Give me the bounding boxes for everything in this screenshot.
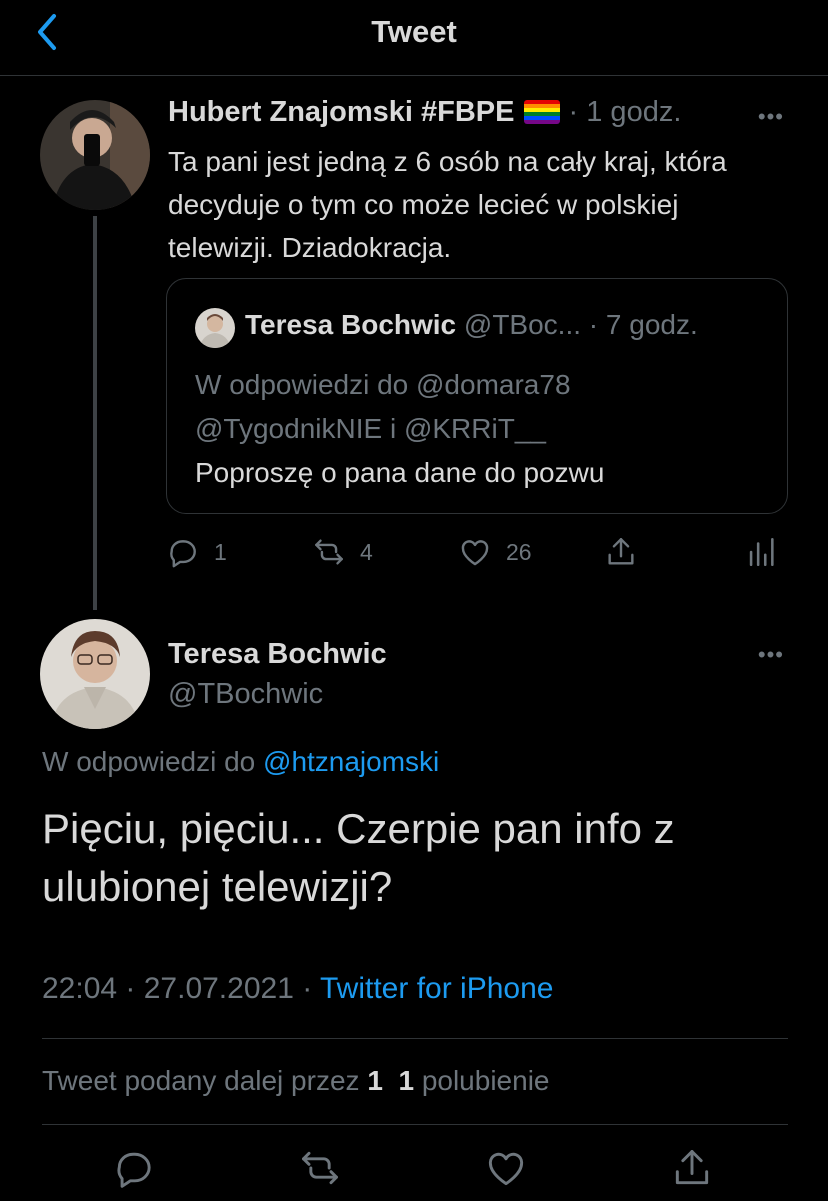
likes-label[interactable]: polubienie (422, 1065, 550, 1096)
avatar (195, 308, 235, 348)
like-button[interactable]: 26 (458, 532, 532, 572)
author-name: Teresa Bochwic (245, 309, 457, 340)
retweets-count[interactable]: 1 (367, 1065, 383, 1096)
author-name[interactable]: Teresa Bochwic (168, 638, 387, 671)
reply-icon (117, 1152, 151, 1188)
heart-icon (461, 540, 489, 566)
reply-button[interactable] (112, 1146, 156, 1190)
reply-context-line: W odpowiedzi do @domara78 (195, 369, 571, 400)
avatar-image (40, 100, 150, 210)
rainbow-flag-icon (524, 100, 561, 124)
analytics-button[interactable] (744, 532, 778, 572)
reply-prefix: W odpowiedzi do (42, 746, 256, 777)
quoted-tweet[interactable]: Teresa Bochwic @TBoc... · 7 godz. W odpo… (166, 278, 788, 514)
share-button[interactable] (604, 532, 638, 572)
more-options-icon[interactable]: ••• (758, 642, 784, 668)
author-handle: @TBoc... (463, 309, 582, 340)
heart-icon (488, 1152, 524, 1186)
tweet-text: Pięciu, pięciu... Czerpie pan info z ulu… (42, 805, 675, 910)
tweet-text: Ta pani jest jedną z 6 osób na cały kraj… (168, 146, 727, 263)
like-button[interactable] (484, 1146, 528, 1190)
retweet-button[interactable] (298, 1146, 342, 1190)
divider (42, 1038, 788, 1039)
share-button[interactable] (670, 1146, 714, 1190)
tweet-timestamp: 22:04 · 27.07.2021 · (42, 972, 313, 1005)
divider (42, 1124, 788, 1125)
author-name[interactable]: Hubert Znajomski #FBPE (168, 96, 514, 128)
tweet-stats: Tweet podany dalej przez 1 1 polubienie (42, 1065, 549, 1097)
client-link[interactable]: Twitter for iPhone (320, 972, 553, 1005)
tweet-meta: 22:04 · 27.07.2021 · Twitter for iPhone (42, 972, 553, 1006)
retweet-icon (315, 539, 343, 565)
top-bar: Tweet (0, 0, 828, 76)
retweet-count: 4 (360, 538, 373, 565)
avatar[interactable] (40, 619, 150, 729)
likes-count[interactable]: 1 (398, 1065, 414, 1096)
page-title: Tweet (371, 14, 457, 49)
share-icon (675, 1150, 709, 1185)
reply-to-mention[interactable]: @htznajomski (263, 746, 439, 777)
retweets-label[interactable]: Tweet podany dalej przez (42, 1065, 360, 1096)
tweet-actions: 1 4 26 (166, 532, 786, 572)
more-options-icon[interactable]: ••• (758, 104, 784, 130)
reply-count: 1 (214, 538, 227, 565)
share-icon (608, 538, 634, 565)
quoted-tweet-text: Poproszę o pana dane do pozwu (195, 457, 605, 488)
analytics-icon (749, 537, 774, 567)
retweet-button[interactable]: 4 (312, 532, 373, 572)
reply-icon (170, 540, 196, 568)
reply-context: W odpowiedzi do @htznajomski (42, 746, 439, 778)
reply-context: W odpowiedzi do @domara78 @TygodnikNIE i… (195, 363, 571, 451)
retweet-icon (302, 1151, 338, 1185)
like-count: 26 (506, 538, 532, 565)
reply-button[interactable]: 1 (166, 532, 227, 572)
avatar[interactable] (40, 100, 150, 210)
reply-context-line: @TygodnikNIE i @KRRiT__ (195, 413, 546, 444)
parent-tweet-header: Hubert Znajomski #FBPE · 1 godz. (168, 96, 682, 128)
tweet-time: 1 godz. (586, 96, 682, 128)
tweet-time: 7 godz. (605, 309, 698, 340)
bottom-action-bar (0, 1146, 828, 1196)
quoted-tweet-header: Teresa Bochwic @TBoc... · 7 godz. (245, 309, 698, 340)
avatar-image (40, 619, 150, 729)
thread-line (93, 216, 97, 610)
author-handle[interactable]: @TBochwic (168, 678, 323, 711)
